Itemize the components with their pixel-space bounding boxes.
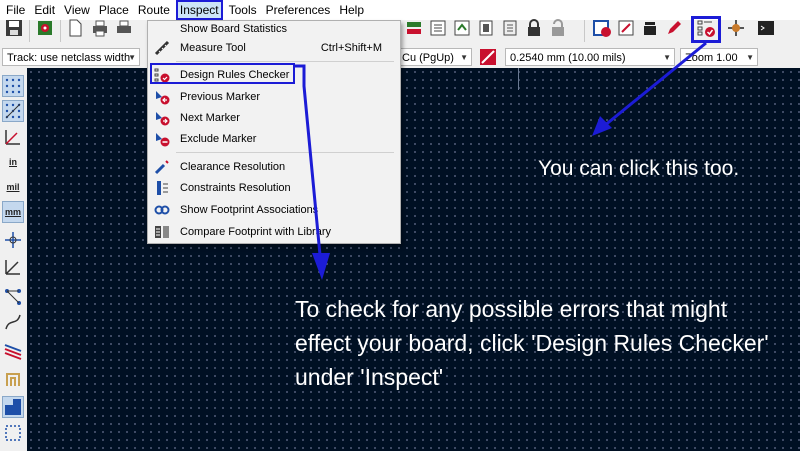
- menu-item-clearance-resolution[interactable]: Clearance Resolution: [148, 156, 400, 177]
- menu-item-constraints-resolution[interactable]: Constraints Resolution: [148, 177, 400, 198]
- grid-toggle-icon[interactable]: [2, 75, 24, 97]
- plot-icon[interactable]: [114, 18, 134, 38]
- polar-grid-icon[interactable]: [2, 100, 24, 122]
- menu-inspect[interactable]: Inspect: [175, 0, 223, 20]
- scripting-icon[interactable]: [640, 18, 660, 38]
- board-setup-icon[interactable]: [35, 18, 55, 38]
- compare-footprint-icon: [154, 224, 170, 240]
- grid-select[interactable]: 0.2540 mm (10.00 mils) ▼: [505, 48, 675, 66]
- ratsnest-icon[interactable]: [2, 286, 24, 308]
- previous-marker-icon: [154, 89, 170, 105]
- edit-icon[interactable]: [664, 18, 684, 38]
- menu-route[interactable]: Route: [135, 1, 173, 19]
- menu-file[interactable]: File: [3, 1, 28, 19]
- exclude-marker-icon: [154, 131, 170, 147]
- curved-ratsnest-icon[interactable]: [2, 311, 24, 333]
- chevron-down-icon: ▼: [460, 53, 468, 62]
- menu-edit[interactable]: Edit: [31, 1, 58, 19]
- footprint-browser-icon[interactable]: [500, 18, 520, 38]
- menu-item-compare-footprint-with-library[interactable]: Compare Footprint with Library: [148, 221, 400, 242]
- next-marker-icon: [154, 110, 170, 126]
- menu-place[interactable]: Place: [96, 1, 132, 19]
- menu-item-previous-marker[interactable]: Previous Marker: [148, 86, 400, 107]
- zone-fill-icon[interactable]: [2, 396, 24, 418]
- save-icon[interactable]: [4, 18, 24, 38]
- lock-icon[interactable]: [524, 18, 544, 38]
- print-icon[interactable]: [90, 18, 110, 38]
- zoom-select[interactable]: Zoom 1.00 ▼: [680, 48, 758, 66]
- footprint-associations-icon: [154, 202, 170, 218]
- polar-coords-icon[interactable]: [2, 126, 24, 148]
- units-inch-button[interactable]: in: [2, 151, 24, 173]
- chevron-down-icon: ▼: [128, 53, 136, 62]
- layer-select[interactable]: Cu (PgUp) ▼: [397, 48, 472, 66]
- units-mm-button[interactable]: mm: [2, 201, 24, 223]
- constraints-icon: [154, 180, 170, 196]
- ruler-icon: [154, 40, 170, 56]
- page-settings-icon[interactable]: [65, 18, 85, 38]
- terminal-icon[interactable]: [756, 18, 776, 38]
- update-pcb-icon[interactable]: [452, 18, 472, 38]
- menu-help[interactable]: Help: [336, 1, 367, 19]
- cursor-icon[interactable]: [2, 229, 24, 251]
- layer-color-icon[interactable]: [478, 47, 498, 67]
- clearance-icon: [154, 159, 170, 175]
- units-mil-button[interactable]: mil: [2, 176, 24, 198]
- angle-icon[interactable]: [2, 256, 24, 278]
- unlock-icon[interactable]: [548, 18, 568, 38]
- menu-preferences[interactable]: Preferences: [263, 1, 334, 19]
- annotate-icon[interactable]: [616, 18, 636, 38]
- menu-bar: File Edit View Place Route Inspect Tools…: [0, 0, 800, 20]
- track-width-select[interactable]: Track: use netclass width ▼: [2, 48, 140, 66]
- menu-item-show-board-statistics[interactable]: Show Board Statistics: [148, 18, 400, 39]
- menu-item-measure-tool[interactable]: Measure Tool Ctrl+Shift+M: [148, 37, 400, 58]
- inspect-dropdown-menu: Show Board Statistics Measure Tool Ctrl+…: [147, 20, 401, 244]
- menu-item-show-footprint-associations[interactable]: Show Footprint Associations: [148, 199, 400, 220]
- zone-outline-icon[interactable]: [2, 422, 24, 444]
- drc-board-icon[interactable]: [592, 18, 612, 38]
- chevron-down-icon: ▼: [663, 53, 671, 62]
- layer-pair-icon[interactable]: [404, 18, 424, 38]
- drc-menu-highlight-box: [150, 63, 295, 84]
- drc-tool-highlight-box: [691, 16, 721, 43]
- toolbar-note-text: You can click this too.: [538, 157, 740, 180]
- menu-note-text: To check for any possible errors that mi…: [295, 296, 769, 390]
- menu-view[interactable]: View: [61, 1, 93, 19]
- menu-item-next-marker[interactable]: Next Marker: [148, 107, 400, 128]
- router-icon[interactable]: [726, 18, 746, 38]
- cursor-crosshair: [518, 68, 519, 90]
- menu-item-exclude-marker[interactable]: Exclude Marker: [148, 128, 400, 149]
- net-highlight-icon[interactable]: [2, 340, 24, 362]
- menu-tools[interactable]: Tools: [226, 1, 260, 19]
- netlist-icon[interactable]: [428, 18, 448, 38]
- track-display-icon[interactable]: [2, 367, 24, 389]
- footprint-editor-icon[interactable]: [476, 18, 496, 38]
- chevron-down-icon: ▼: [746, 53, 754, 62]
